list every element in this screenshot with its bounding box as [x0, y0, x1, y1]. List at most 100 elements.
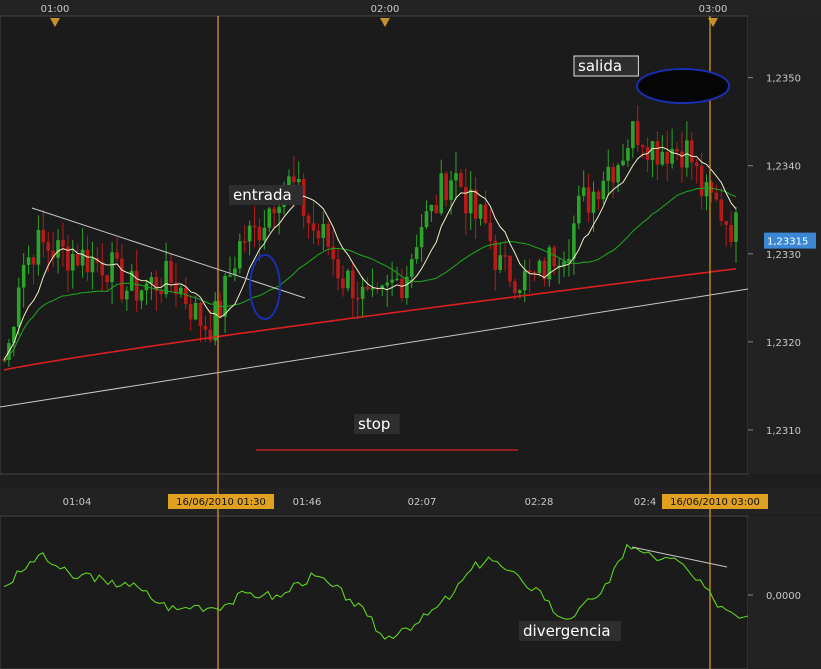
- candle-body: [414, 247, 419, 260]
- candle-body: [454, 173, 458, 181]
- candle-body: [36, 230, 41, 265]
- candle-body: [689, 140, 694, 163]
- y-tick-label: 1,2310: [766, 426, 801, 437]
- candle-body: [365, 286, 370, 290]
- candle-body: [680, 151, 684, 168]
- candle-body: [424, 211, 429, 228]
- candle-body: [346, 270, 350, 289]
- candle-body: [665, 151, 670, 164]
- candle-body: [277, 207, 281, 214]
- candle-body: [483, 204, 488, 223]
- candle-body: [694, 162, 699, 166]
- oscillator-zero-label: 0,0000: [766, 591, 801, 602]
- candle-body: [46, 242, 51, 251]
- candle-body: [606, 166, 611, 181]
- candle-body: [729, 224, 733, 242]
- candle-body: [110, 252, 114, 283]
- candle-body: [719, 199, 724, 221]
- candle-body: [518, 290, 522, 293]
- candle-body: [459, 173, 463, 188]
- candle-body: [90, 258, 95, 273]
- candle-body: [419, 227, 424, 248]
- candle-body: [164, 261, 168, 295]
- marker-date-label: 16/06/2010 01:30: [176, 497, 266, 508]
- candle-body: [513, 281, 517, 293]
- candle-body: [272, 208, 277, 214]
- candle-body: [341, 278, 345, 289]
- candle-body: [395, 278, 399, 281]
- candle-body: [616, 165, 620, 183]
- candle-body: [105, 275, 109, 283]
- candle-body: [370, 288, 375, 290]
- candle-body: [596, 191, 601, 200]
- salida-annotation: salida: [578, 57, 622, 75]
- candle-body: [316, 230, 321, 239]
- candle-body: [699, 165, 704, 197]
- candle-body: [218, 301, 222, 317]
- candle-body: [355, 297, 360, 300]
- bottom-time-label: 01:04: [63, 497, 92, 508]
- candle-body: [439, 173, 444, 214]
- chart-canvas[interactable]: 01:00 02:00 03:00 1,2350 1,2340 1,2330 1,2320 1…: [0, 0, 821, 669]
- candle-body: [463, 187, 468, 214]
- candle-body: [409, 259, 414, 277]
- candle-body: [635, 121, 640, 145]
- candle-body: [242, 241, 247, 243]
- marker-date-label: 16/06/2010 03:00: [670, 497, 760, 508]
- candle-body: [228, 275, 232, 277]
- bottom-time-label: 02:28: [525, 497, 554, 508]
- candle-body: [306, 215, 311, 224]
- candle-body: [159, 290, 164, 295]
- candle-body: [360, 286, 365, 299]
- candle-body: [508, 255, 512, 282]
- candle-body: [493, 241, 498, 270]
- candle-body: [238, 241, 242, 269]
- candle-body: [16, 287, 21, 327]
- candle-body: [208, 329, 213, 341]
- candle-body: [292, 176, 296, 183]
- candle-body: [80, 249, 85, 266]
- top-time-label: 02:00: [371, 4, 400, 15]
- oscillator-plot-area[interactable]: [0, 515, 749, 669]
- candle-body: [75, 254, 80, 266]
- candle-body: [537, 260, 542, 274]
- candle-body: [351, 270, 355, 298]
- candle-body: [296, 178, 301, 183]
- candle-body: [660, 151, 665, 165]
- entrada-annotation: entrada: [233, 186, 292, 204]
- candle-body: [734, 212, 738, 242]
- candle-body: [26, 257, 31, 265]
- candle-body: [586, 187, 591, 213]
- candle-body: [326, 223, 331, 247]
- stop-annotation: stop: [358, 415, 390, 433]
- candle-body: [56, 240, 60, 258]
- y-tick-label: 1,2340: [766, 162, 801, 173]
- y-tick-label: 1,2320: [766, 338, 801, 349]
- candle-body: [262, 227, 267, 241]
- candle-body: [621, 160, 625, 166]
- candle-body: [247, 225, 252, 242]
- candle-body: [611, 166, 615, 183]
- candle-body: [203, 325, 208, 330]
- bottom-time-label: 01:46: [293, 497, 322, 508]
- candle-body: [444, 173, 448, 200]
- candle-body: [311, 223, 316, 231]
- candle-body: [631, 121, 635, 149]
- candle-body: [120, 258, 124, 300]
- candle-body: [429, 204, 434, 212]
- candle-body: [125, 290, 129, 300]
- divergencia-annotation: divergencia: [523, 622, 611, 640]
- candle-body: [473, 189, 478, 219]
- candle-body: [503, 255, 507, 257]
- candle-body: [257, 226, 262, 241]
- y-tick-label: 1,2330: [766, 250, 801, 261]
- candle-body: [488, 222, 493, 242]
- candle-body: [591, 191, 596, 213]
- candle-body: [390, 279, 394, 283]
- candle-body: [449, 180, 453, 200]
- candle-body: [139, 290, 144, 301]
- candle-body: [169, 261, 173, 283]
- candle-body: [670, 148, 674, 164]
- bottom-time-label: 02:4: [634, 497, 656, 508]
- candle-body: [21, 264, 26, 288]
